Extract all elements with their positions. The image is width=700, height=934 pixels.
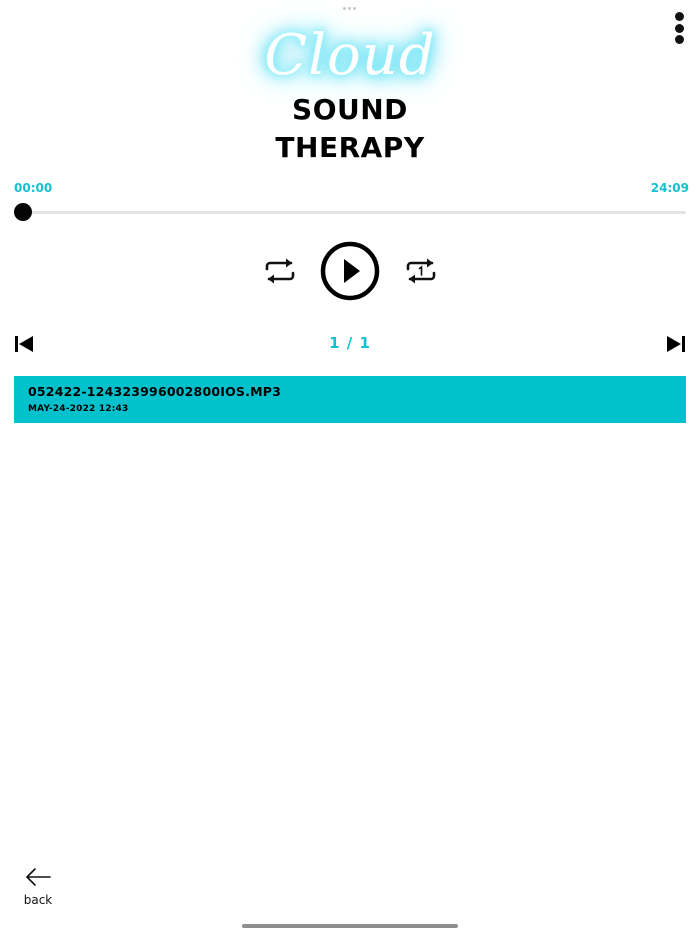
repeat-one-button[interactable] xyxy=(403,256,439,286)
skip-previous-icon xyxy=(15,336,33,352)
more-vertical-icon[interactable] xyxy=(668,12,690,44)
arrow-left-icon xyxy=(26,868,51,886)
play-button[interactable] xyxy=(320,241,380,301)
current-time: 00:00 xyxy=(14,181,53,195)
status-dot xyxy=(348,7,351,10)
repeat-icon xyxy=(265,258,295,284)
menu-dot xyxy=(674,35,684,44)
logo-line-therapy: THERAPY xyxy=(275,131,425,164)
repeat-button[interactable] xyxy=(262,256,298,286)
menu-dot xyxy=(674,12,684,21)
repeat-one-icon xyxy=(406,258,436,284)
page-counter: 1 / 1 xyxy=(329,334,371,352)
logo-line-sound: SOUND xyxy=(292,93,408,126)
next-button[interactable] xyxy=(666,335,686,353)
menu-dot xyxy=(674,23,684,33)
total-time: 24:09 xyxy=(650,181,689,195)
logo-script-text: Cloud xyxy=(264,23,436,88)
playlist-item-date: MAY-24-2022 12:43 xyxy=(28,404,129,414)
progress-thumb[interactable] xyxy=(13,203,32,221)
previous-button[interactable] xyxy=(14,335,34,353)
status-dot xyxy=(343,7,346,10)
status-indicator xyxy=(343,7,357,10)
playlist-item[interactable]: 052422-124323996002800IOS.MP3 MAY-24-202… xyxy=(14,376,686,423)
back-button[interactable]: back xyxy=(22,866,54,910)
app-logo: Cloud SOUND THERAPY xyxy=(200,14,500,164)
home-indicator xyxy=(242,924,458,928)
status-dot xyxy=(353,7,356,10)
playlist-item-title: 052422-124323996002800IOS.MP3 xyxy=(28,384,281,399)
play-circle-icon xyxy=(320,241,380,301)
progress-track[interactable] xyxy=(18,211,686,214)
skip-next-icon xyxy=(667,336,685,352)
back-label: back xyxy=(23,893,53,907)
